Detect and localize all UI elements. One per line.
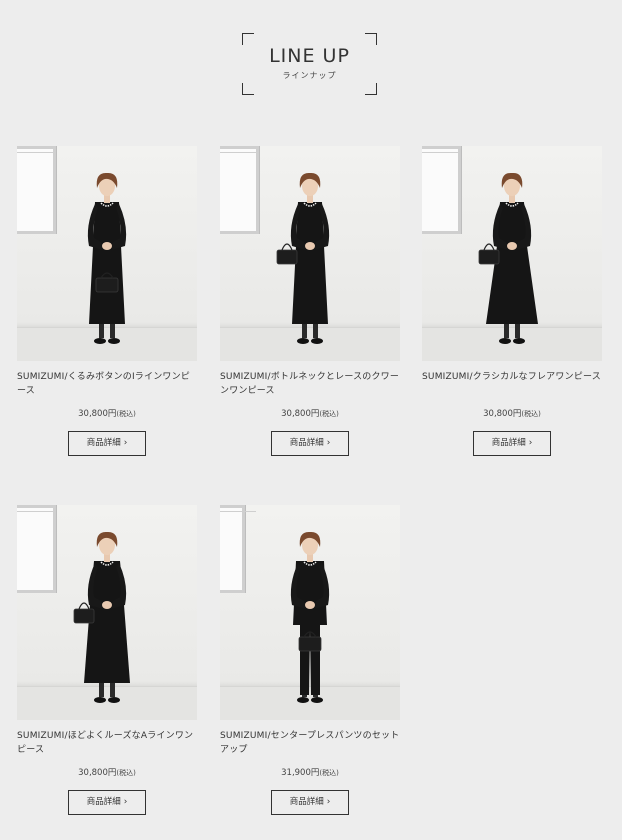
product-detail-button[interactable]: 商品詳細 › bbox=[68, 431, 146, 456]
handbag bbox=[276, 249, 298, 265]
product-card: SUMIZUMI/センタープレスパンツのセットアップ 31,900円(税込) 商… bbox=[220, 505, 400, 815]
section-title: LINE UP bbox=[269, 45, 350, 67]
frame-corner bbox=[365, 83, 377, 95]
product-detail-button[interactable]: 商品詳細 › bbox=[473, 431, 551, 456]
product-price: 30,800円(税込) bbox=[78, 409, 136, 419]
product-card: SUMIZUMI/くるみボタンのIラインワンピース 30,800円(税込) 商品… bbox=[17, 146, 197, 456]
product-card: SUMIZUMI/クラシカルなフレアワンピース 30,800円(税込) 商品詳細… bbox=[422, 146, 602, 456]
bag-handle bbox=[483, 243, 495, 251]
shoe bbox=[311, 697, 323, 703]
chevron-right-icon: › bbox=[326, 797, 331, 807]
shoe bbox=[108, 338, 120, 344]
handbag bbox=[95, 277, 119, 293]
product-price: 30,800円(税込) bbox=[78, 768, 136, 778]
shoe bbox=[297, 338, 309, 344]
section-heading: LINE UP ラインナップ bbox=[242, 33, 377, 95]
chevron-right-icon: › bbox=[326, 438, 331, 448]
product-name[interactable]: SUMIZUMI/くるみボタンのIラインワンピース bbox=[17, 370, 197, 398]
hands bbox=[102, 601, 112, 609]
bag-handle bbox=[78, 602, 90, 610]
model-figure bbox=[276, 172, 330, 344]
section-subtitle: ラインナップ bbox=[282, 71, 337, 80]
shoe bbox=[297, 697, 309, 703]
product-card: SUMIZUMI/ほどよくルーズなAラインワンピース 30,800円(税込) 商… bbox=[17, 505, 197, 815]
hands bbox=[305, 242, 315, 250]
model-figure bbox=[478, 172, 538, 344]
product-name[interactable]: SUMIZUMI/センタープレスパンツのセットアップ bbox=[220, 729, 400, 757]
chevron-right-icon: › bbox=[123, 797, 128, 807]
product-photo[interactable] bbox=[422, 146, 602, 361]
product-detail-button[interactable]: 商品詳細 › bbox=[68, 790, 146, 815]
product-name[interactable]: SUMIZUMI/ボトルネックとレースのクワーンワンピース bbox=[220, 370, 400, 398]
hands bbox=[507, 242, 517, 250]
shoe bbox=[108, 697, 120, 703]
shoe bbox=[513, 338, 525, 344]
bag-handle bbox=[281, 243, 293, 251]
model-figure bbox=[73, 531, 130, 703]
handbag bbox=[298, 636, 322, 652]
frame-corner bbox=[365, 33, 377, 45]
handbag bbox=[478, 249, 500, 265]
frame-corner bbox=[242, 33, 254, 45]
product-price: 31,900円(税込) bbox=[281, 768, 339, 778]
product-price: 30,800円(税込) bbox=[281, 409, 339, 419]
handbag bbox=[73, 608, 95, 624]
chevron-right-icon: › bbox=[528, 438, 533, 448]
outfit bbox=[293, 561, 327, 695]
product-photo[interactable] bbox=[17, 505, 197, 720]
model-figure bbox=[290, 531, 330, 703]
hands bbox=[102, 242, 112, 250]
hands bbox=[305, 601, 315, 609]
shoe bbox=[499, 338, 511, 344]
product-photo[interactable] bbox=[220, 505, 400, 720]
shoe bbox=[94, 338, 106, 344]
product-name[interactable]: SUMIZUMI/クラシカルなフレアワンピース bbox=[422, 370, 602, 398]
product-detail-button[interactable]: 商品詳細 › bbox=[271, 790, 349, 815]
product-price: 30,800円(税込) bbox=[483, 409, 541, 419]
product-name[interactable]: SUMIZUMI/ほどよくルーズなAラインワンピース bbox=[17, 729, 197, 757]
shoe bbox=[311, 338, 323, 344]
model-figure bbox=[87, 172, 127, 344]
frame-corner bbox=[242, 83, 254, 95]
product-card: SUMIZUMI/ボトルネックとレースのクワーンワンピース 30,800円(税込… bbox=[220, 146, 400, 456]
product-photo[interactable] bbox=[220, 146, 400, 361]
chevron-right-icon: › bbox=[123, 438, 128, 448]
product-detail-button[interactable]: 商品詳細 › bbox=[271, 431, 349, 456]
shoe bbox=[94, 697, 106, 703]
product-photo[interactable] bbox=[17, 146, 197, 361]
